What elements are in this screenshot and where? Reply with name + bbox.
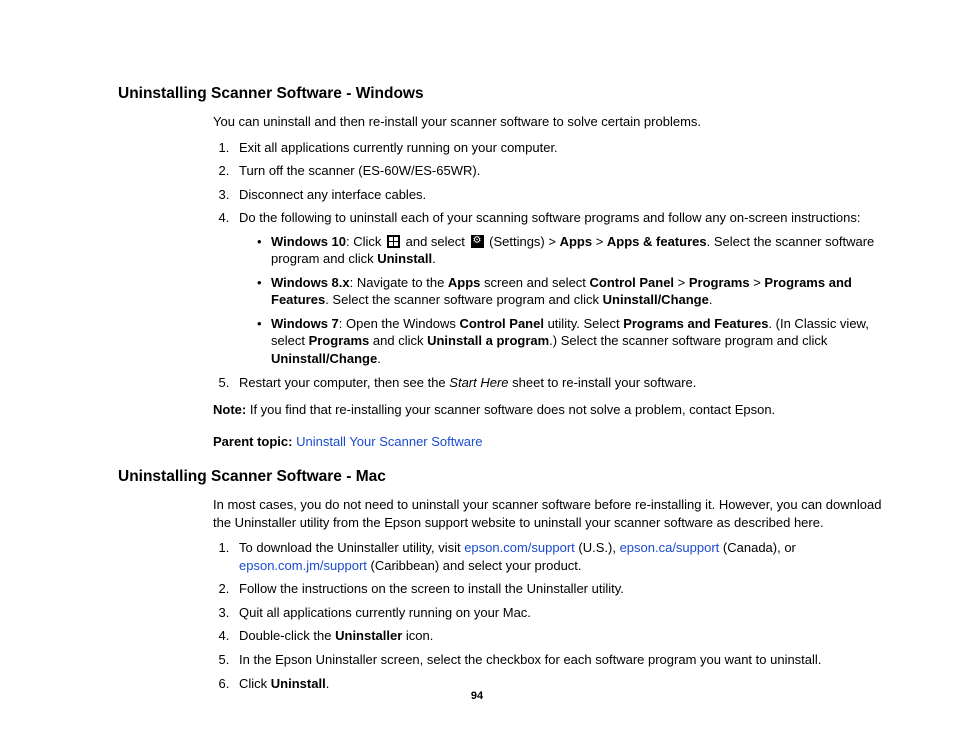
text: screen and select xyxy=(480,275,589,290)
text: and click xyxy=(369,333,427,348)
step-item: Exit all applications currently running … xyxy=(233,139,894,157)
bold-text: Uninstall xyxy=(271,676,326,691)
sub-item-win8: Windows 8.x: Navigate to the Apps screen… xyxy=(257,274,894,309)
text: . xyxy=(326,676,330,691)
step-item: In the Epson Uninstaller screen, select … xyxy=(233,651,894,669)
step-text: Do the following to uninstall each of yo… xyxy=(239,210,860,225)
bold-text: Uninstall/Change xyxy=(271,351,377,366)
text: (Canada), or xyxy=(719,540,796,555)
text: Double-click the xyxy=(239,628,335,643)
page-number: 94 xyxy=(0,690,954,702)
os-label: Windows 7 xyxy=(271,316,339,331)
bold-text: Uninstall/Change xyxy=(603,292,709,307)
note-label: Note: xyxy=(213,402,246,417)
text: sheet to re-install your software. xyxy=(509,375,697,390)
text: Restart your computer, then see the xyxy=(239,375,449,390)
sub-item-win7: Windows 7: Open the Windows Control Pane… xyxy=(257,315,894,368)
text: : Navigate to the xyxy=(350,275,448,290)
heading-windows: Uninstalling Scanner Software - Windows xyxy=(118,85,894,103)
step-item: Turn off the scanner (ES-60W/ES-65WR). xyxy=(233,162,894,180)
step-item: Disconnect any interface cables. xyxy=(233,186,894,204)
bold-text: Programs and Features xyxy=(623,316,768,331)
text: . xyxy=(432,251,436,266)
text: (U.S.), xyxy=(575,540,620,555)
text: icon. xyxy=(402,628,433,643)
step-item: Follow the instructions on the screen to… xyxy=(233,580,894,598)
document-page: Uninstalling Scanner Software - Windows … xyxy=(0,0,954,738)
text: > xyxy=(674,275,689,290)
intro-text: In most cases, you do not need to uninst… xyxy=(213,496,894,531)
text: and select xyxy=(402,234,469,249)
bold-text: Apps xyxy=(448,275,481,290)
step-item: Restart your computer, then see the Star… xyxy=(233,374,894,392)
support-link-us[interactable]: epson.com/support xyxy=(464,540,575,555)
italic-text: Start Here xyxy=(449,375,508,390)
step-item: To download the Uninstaller utility, vis… xyxy=(233,539,894,574)
text: (Settings) > xyxy=(486,234,560,249)
bold-text: Programs xyxy=(689,275,750,290)
parent-topic: Parent topic: Uninstall Your Scanner Sof… xyxy=(213,433,894,451)
bold-text: Apps & features xyxy=(607,234,707,249)
bold-text: Control Panel xyxy=(459,316,544,331)
step-item: Quit all applications currently running … xyxy=(233,604,894,622)
heading-mac: Uninstalling Scanner Software - Mac xyxy=(118,468,894,486)
windows-start-icon xyxy=(387,235,400,248)
text: .) Select the scanner software program a… xyxy=(549,333,827,348)
parent-topic-label: Parent topic: xyxy=(213,434,292,449)
sub-list: Windows 10: Click and select (Settings) … xyxy=(239,233,894,368)
note-text: If you find that re-installing your scan… xyxy=(246,402,775,417)
bold-text: Control Panel xyxy=(590,275,675,290)
steps-list: To download the Uninstaller utility, vis… xyxy=(213,539,894,692)
section-body-mac: In most cases, you do not need to uninst… xyxy=(213,496,894,692)
text: : Open the Windows xyxy=(339,316,460,331)
parent-topic-link[interactable]: Uninstall Your Scanner Software xyxy=(296,434,482,449)
intro-text: You can uninstall and then re-install yo… xyxy=(213,113,894,131)
section-body-windows: You can uninstall and then re-install yo… xyxy=(213,113,894,450)
text: (Caribbean) and select your product. xyxy=(367,558,582,573)
text: . xyxy=(709,292,713,307)
settings-gear-icon xyxy=(471,235,484,248)
step-item: Do the following to uninstall each of yo… xyxy=(233,209,894,367)
text: Click xyxy=(239,676,271,691)
text: utility. Select xyxy=(544,316,623,331)
bold-text: Apps xyxy=(560,234,593,249)
os-label: Windows 8.x xyxy=(271,275,350,290)
bold-text: Uninstall a program xyxy=(427,333,549,348)
sub-item-win10: Windows 10: Click and select (Settings) … xyxy=(257,233,894,268)
note-paragraph: Note: If you find that re-installing you… xyxy=(213,401,894,419)
text: : Click xyxy=(346,234,385,249)
bold-text: Uninstall xyxy=(377,251,432,266)
bold-text: Uninstaller xyxy=(335,628,402,643)
text: > xyxy=(750,275,765,290)
steps-list: Exit all applications currently running … xyxy=(213,139,894,392)
text: . Select the scanner software program an… xyxy=(325,292,602,307)
text: > xyxy=(592,234,607,249)
bold-text: Programs xyxy=(309,333,370,348)
text: To download the Uninstaller utility, vis… xyxy=(239,540,464,555)
text: . xyxy=(377,351,381,366)
support-link-ca[interactable]: epson.ca/support xyxy=(620,540,720,555)
os-label: Windows 10 xyxy=(271,234,346,249)
step-item: Double-click the Uninstaller icon. xyxy=(233,627,894,645)
support-link-jm[interactable]: epson.com.jm/support xyxy=(239,558,367,573)
